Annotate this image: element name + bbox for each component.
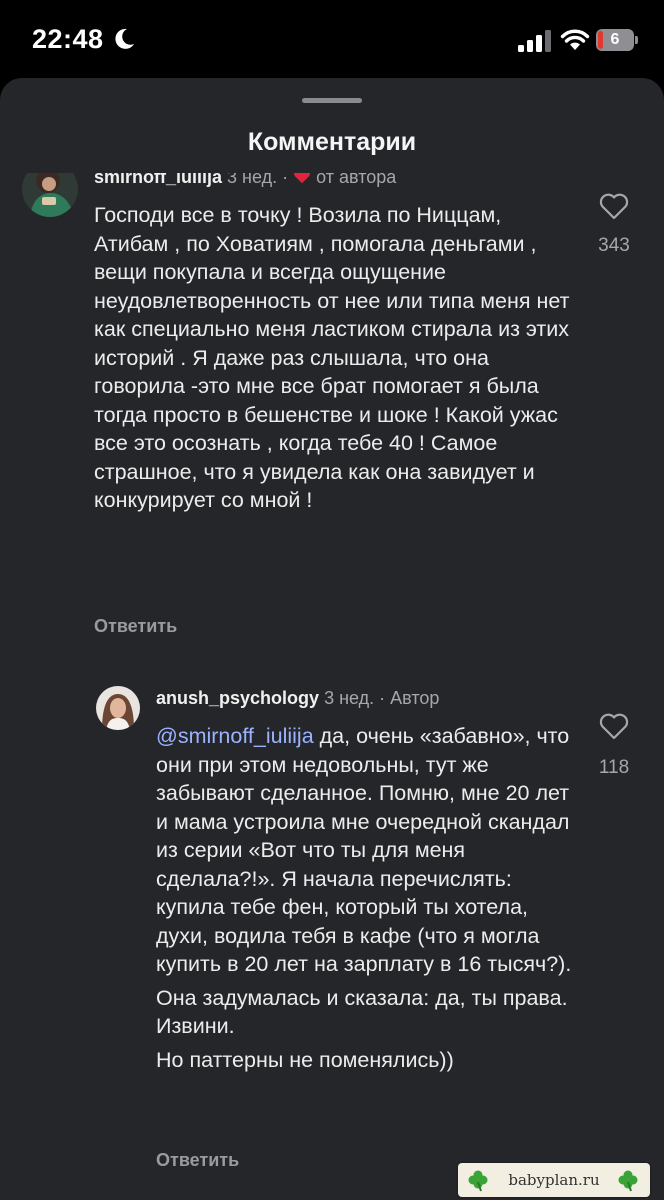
battery-level: 6 [610,31,620,48]
comments-list[interactable]: smirnoff_iuliija 3 нед. · от автора Госп… [0,173,664,1200]
moon-icon [115,28,134,49]
author-badge: Автор [390,688,440,708]
clover-icon [618,1170,638,1192]
comment-meta: anush_psychology 3 нед. · Автор [156,688,439,709]
comment-paragraph: Но паттерны не поменялись)) [156,1047,454,1072]
heart-filled-icon [294,173,311,184]
like-count: 118 [598,757,630,778]
comment-paragraph: Она задумалась и сказала: да, ты права. … [156,985,568,1039]
clover-icon [468,1170,488,1192]
comment-age: 3 нед. [227,173,278,187]
meta-separator: · [379,688,386,708]
comment-paragraph: @smirnoff_iuliija да, очень «забавно», ч… [156,722,576,979]
heart-outline-icon[interactable] [598,191,630,221]
cellular-signal-icon [518,30,551,52]
watermark-text: babyplan.ru [508,1171,600,1189]
comment-username[interactable]: anush_psychology [156,688,319,708]
comment-paragraph: Господи все в точку ! Возила по Ниццам, … [94,203,570,512]
status-time: 22:48 [32,24,104,54]
avatar[interactable] [96,686,140,730]
heart-outline-icon[interactable] [598,711,630,741]
comment-username[interactable]: smirnoff_iuliija [94,173,222,187]
liked-by-author-label: от автора [316,173,397,187]
status-bar: 22:48 6 [0,0,664,80]
comment-text: Господи все в точку ! Возила по Ниццам, … [94,201,574,515]
comment-age: 3 нед. [324,688,375,708]
sheet-grabber[interactable] [302,98,362,103]
comment-meta: smirnoff_iuliija 3 нед. · от автора [94,173,396,188]
reply-button[interactable]: Ответить [94,616,177,637]
watermark: babyplan.ru [458,1163,650,1197]
comments-sheet: Комментарии smirnoff_iuliija 3 нед. · от… [0,78,664,1200]
meta-separator: · [282,173,289,187]
mention-link[interactable]: @smirnoff_iuliija [156,724,314,748]
like-count: 343 [598,235,630,256]
wifi-icon [560,29,590,50]
reply-button[interactable]: Ответить [156,1150,239,1171]
battery-indicator: 6 [596,29,640,51]
sheet-title: Комментарии [247,128,417,156]
comment-text: @smirnoff_iuliija да, очень «забавно», ч… [156,722,576,1074]
comment-paragraph-text: да, очень «забавно», что они при этом не… [156,724,572,976]
avatar[interactable] [22,173,78,217]
